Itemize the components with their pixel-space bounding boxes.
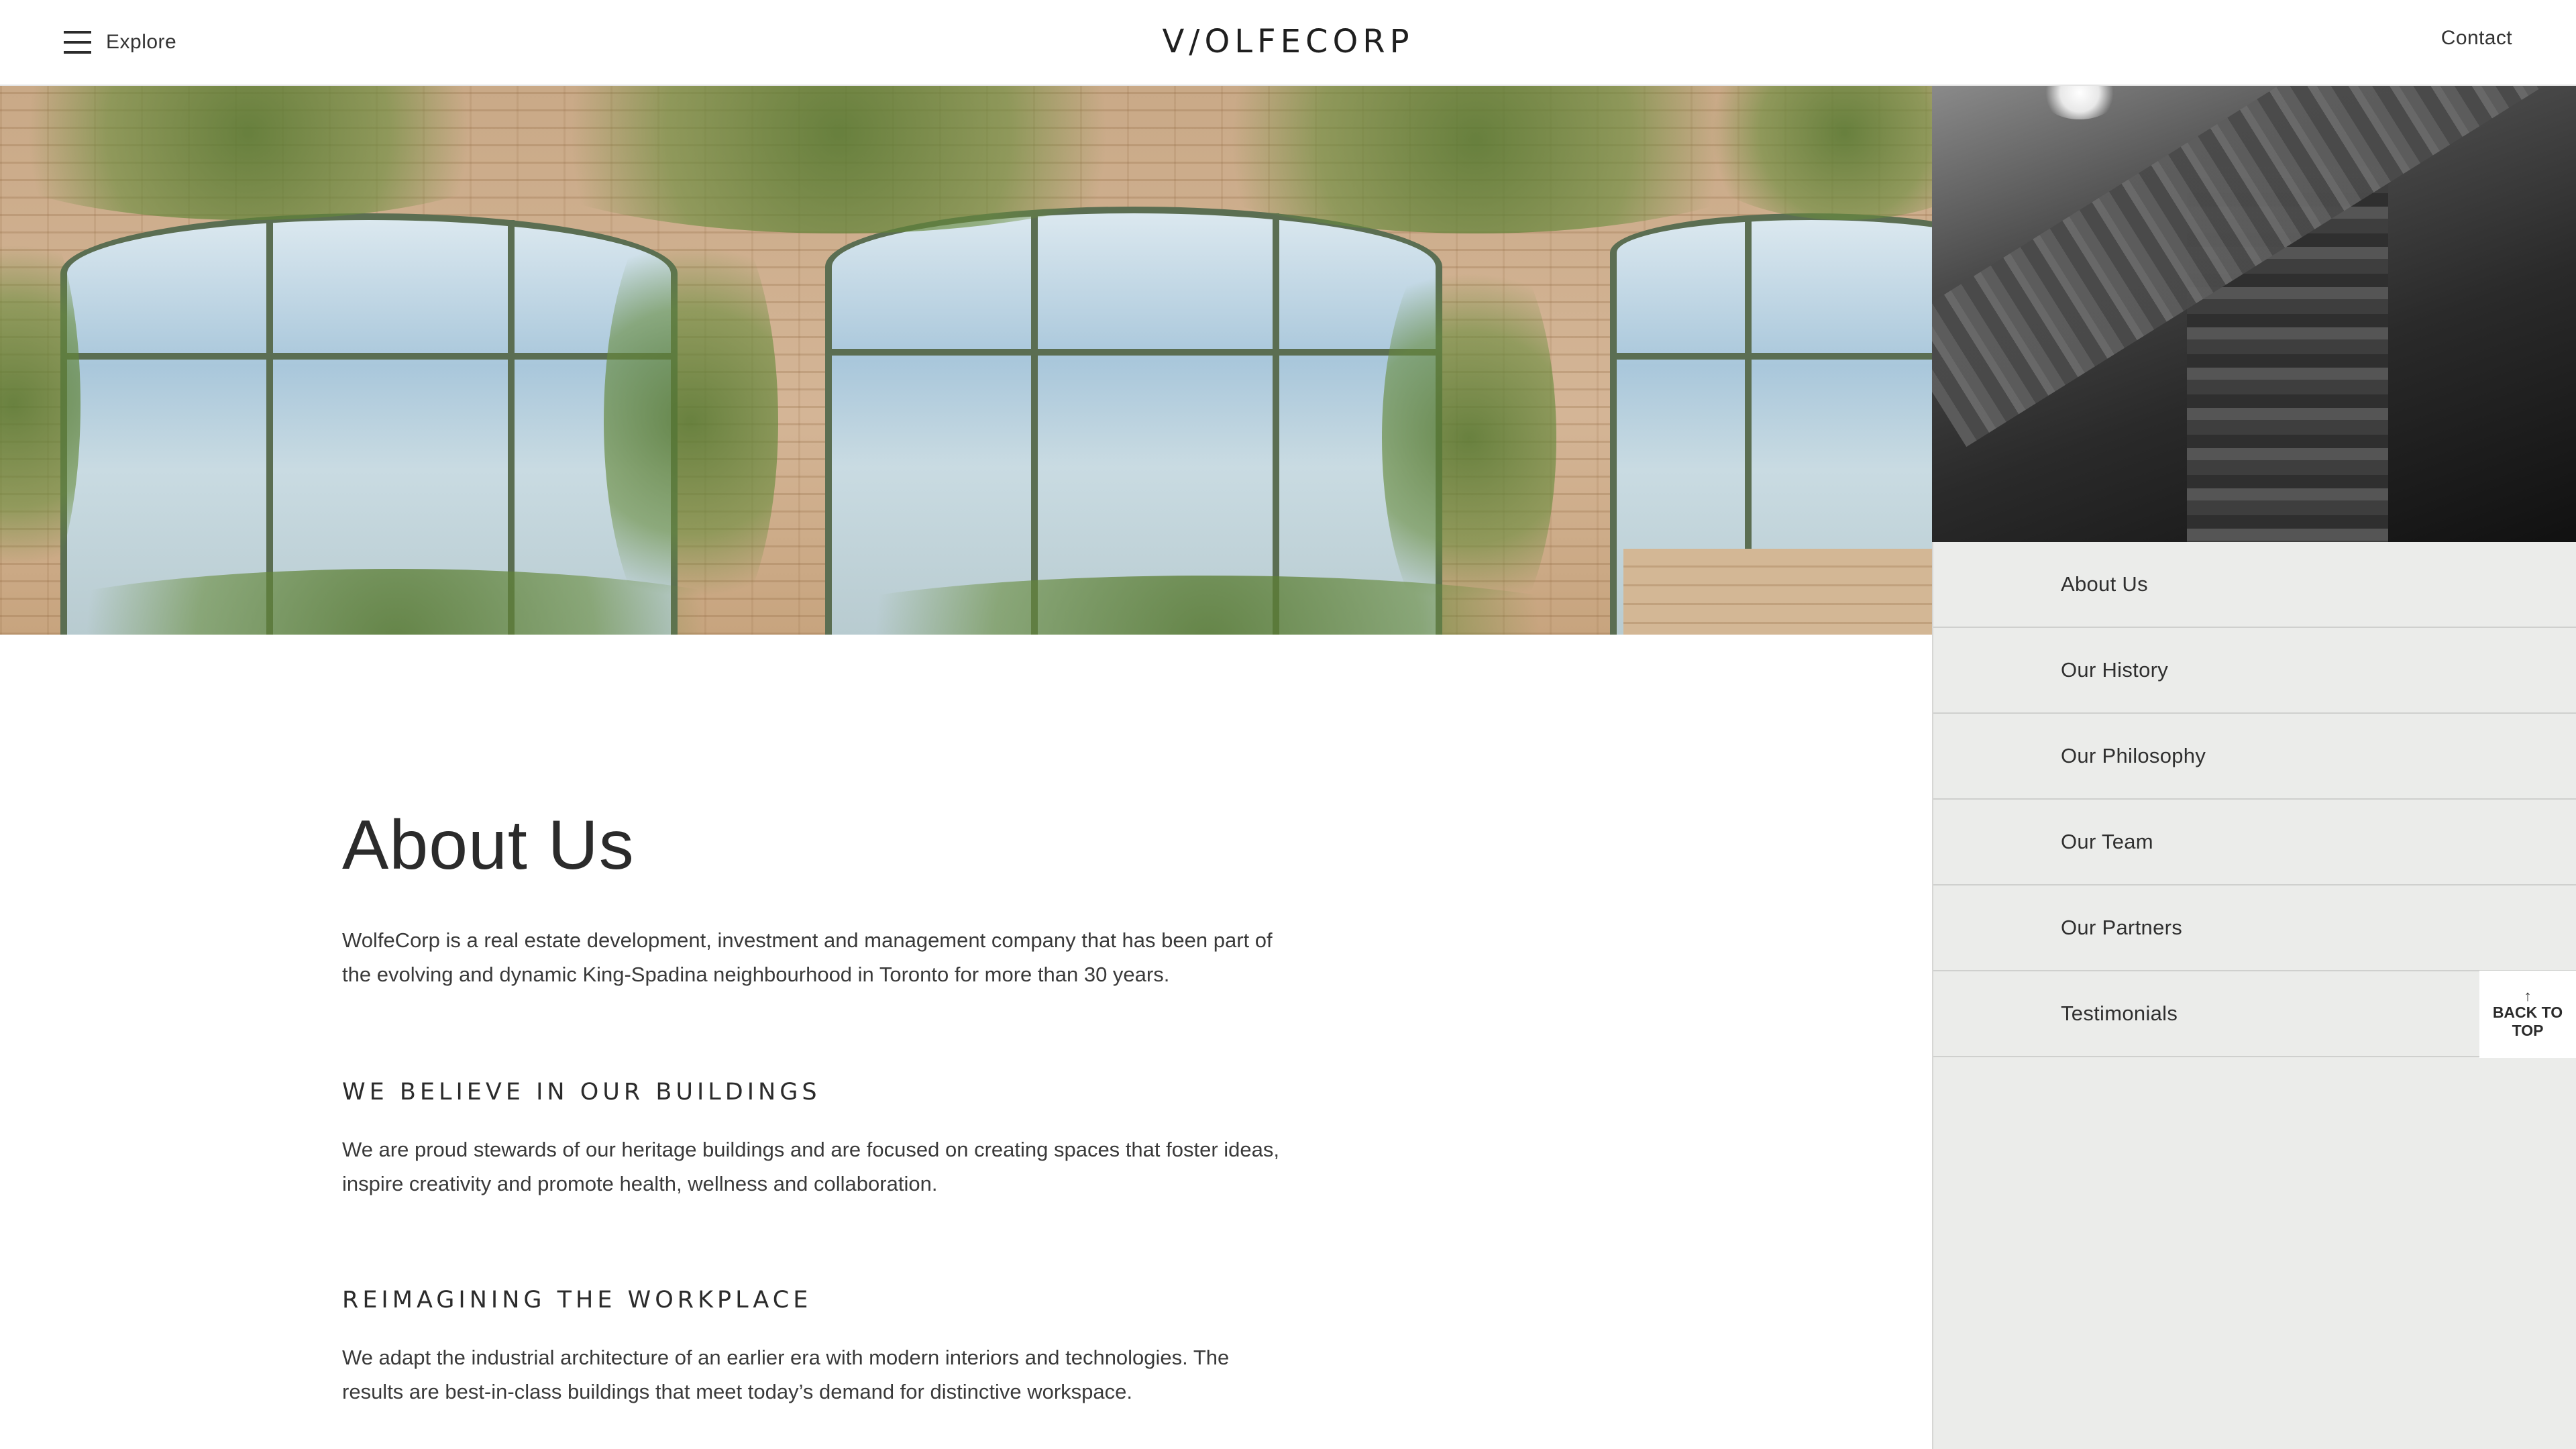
back-to-top-label[interactable]: BACK TO TOP [2491,1004,2565,1040]
side-nav-label[interactable]: About Us [2061,572,2148,596]
ivy-foliage [604,186,778,635]
section-heading-reimagining-workplace: REIMAGINING THE WORKPLACE [342,1287,812,1313]
side-nav-label[interactable]: Our Partners [2061,916,2182,940]
side-nav-item-our-team[interactable]: Our Team [1933,800,2576,885]
back-to-top-button[interactable]: ↑ BACK TO TOP [2479,971,2576,1058]
side-nav-label[interactable]: Our Team [2061,830,2153,854]
intro-paragraph: WolfeCorp is a real estate development, … [342,928,1273,986]
side-nav-item-our-philosophy[interactable]: Our Philosophy [1933,714,2576,800]
side-nav-item-about-us[interactable]: About Us [1933,542,2576,628]
logo-text[interactable]: V/OLFECORP [1162,23,1413,60]
ceiling-light [2039,86,2120,119]
arched-window [825,207,1442,635]
explore-label[interactable]: Explore [106,31,176,54]
section-body-reimagining-workplace: We adapt the industrial architecture of … [342,1346,1230,1403]
side-nav-item-our-partners[interactable]: Our Partners [1933,885,2576,971]
side-nav-label[interactable]: Testimonials [2061,1002,2178,1026]
side-nav-label[interactable]: Our History [2061,658,2168,682]
main-content: About Us WolfeCorp is a real estate deve… [342,792,1281,1409]
explore-menu-button[interactable]: Explore [64,25,176,59]
hero-image-ivy-building [0,86,1932,635]
site-header: Explore V/OLFECORP Contact [0,0,2576,86]
page-title: About Us [342,806,635,884]
ivy-foliage [1382,220,1556,635]
side-nav-item-our-history[interactable]: Our History [1933,628,2576,714]
side-image-timber-beams [1932,86,2576,542]
arrow-up-icon[interactable]: ↑ [2524,989,2532,1004]
hamburger-menu-icon[interactable] [64,31,91,54]
wolfecorp-logo[interactable]: V/OLFECORP [1162,20,1414,63]
section-heading-believe-in-buildings: WE BELIEVE IN OUR BUILDINGS [342,1079,821,1106]
section-body-believe-in-buildings: We are proud stewards of our heritage bu… [342,1138,1279,1195]
side-nav-label[interactable]: Our Philosophy [2061,744,2206,768]
brick-sill [1623,549,1932,635]
contact-link[interactable]: Contact [2441,27,2512,50]
